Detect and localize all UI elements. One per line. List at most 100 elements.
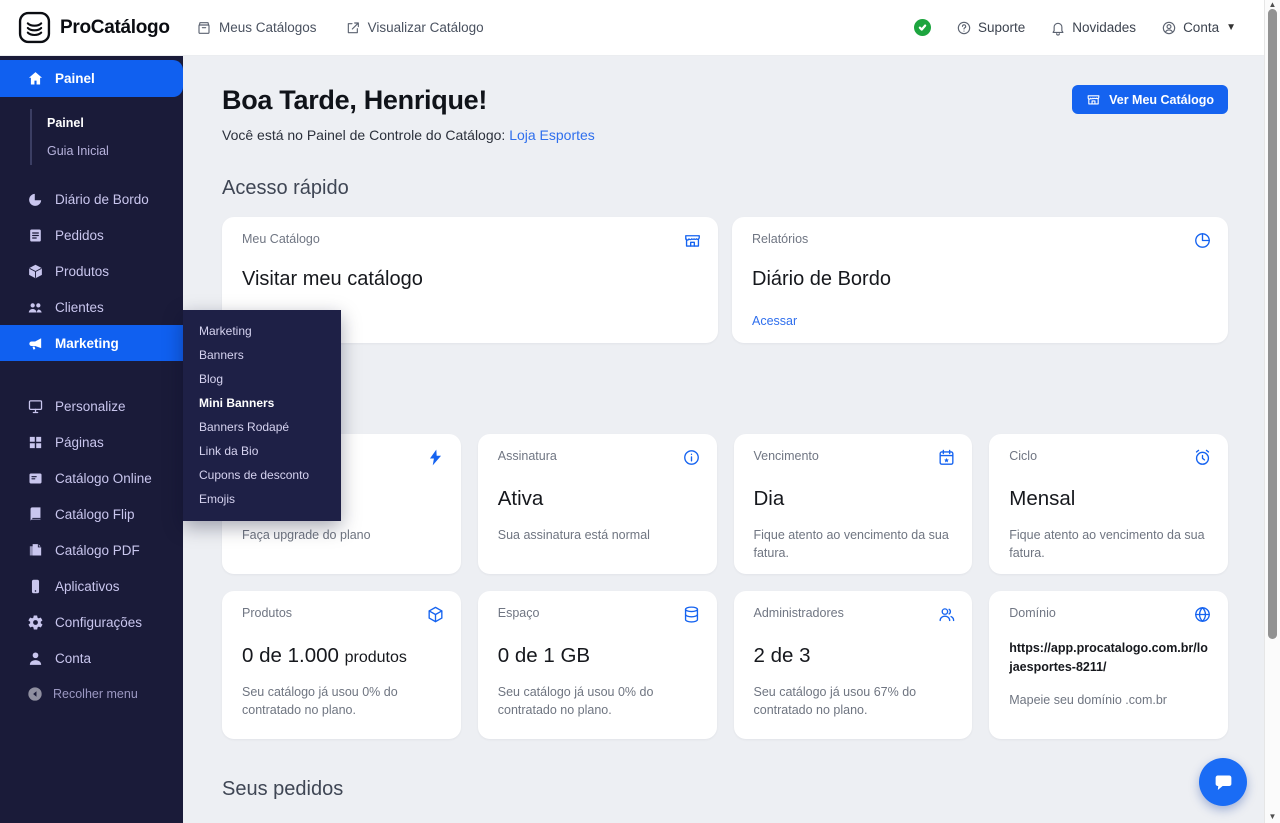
sidebar-item-label: Conta [55,651,91,666]
sidebar-item-marketing[interactable]: Marketing [0,325,183,361]
sidebar-item-conta[interactable]: Conta [0,640,183,676]
sidebar-item-painel[interactable]: Painel [0,60,183,97]
sidebar-item-configuracoes[interactable]: Configurações [0,604,183,640]
info-icon [682,448,701,467]
sidebar-item-personalize[interactable]: Personalize [0,388,183,424]
sidebar-item-paginas[interactable]: Páginas [0,424,183,460]
account-label: Conta [1183,20,1219,35]
ver-meu-catalogo-button[interactable]: Ver Meu Catálogo [1072,85,1228,114]
card-value: Ativa [498,487,697,511]
flyout-item-banners-rodape[interactable]: Banners Rodapé [183,415,341,439]
card-description: Seu catálogo já usou 67% do contratado n… [754,683,953,719]
card-label: Administradores [754,606,953,621]
flyout-item-mini-banners[interactable]: Mini Banners [183,391,341,415]
flyout-item-marketing[interactable]: Marketing [183,319,341,343]
sidebar-submenu: Painel Guia Inicial [30,109,183,165]
receipt-icon [27,227,44,244]
chevron-down-icon: ▼ [1226,22,1236,33]
flyout-item-emojis[interactable]: Emojis [183,487,341,511]
external-link-icon [345,20,361,36]
card-value: Diário de Bordo [752,268,1208,291]
card-value: 2 de 3 [754,644,953,668]
sidebar-item-label: Configurações [55,615,142,630]
sidebar-item-pedidos[interactable]: Pedidos [0,217,183,253]
flyout-item-blog[interactable]: Blog [183,367,341,391]
card-produtos[interactable]: Produtos 0 de 1.000 produtos Seu catálog… [222,591,461,739]
flyout-item-banners[interactable]: Banners [183,343,341,367]
nav-label: Visualizar Catálogo [368,20,484,35]
nav-visualizar-catalogo[interactable]: Visualizar Catálogo [345,20,484,36]
procatalogo-logo-icon [18,11,51,44]
card-assinatura[interactable]: Assinatura Ativa Sua assinatura está nor… [478,434,717,574]
card-value: https://app.procatalogo.com.br/lojaespor… [1009,639,1208,677]
sidebar-item-aplicativos[interactable]: Aplicativos [0,568,183,604]
flyout-item-cupons-de-desconto[interactable]: Cupons de desconto [183,463,341,487]
archive-icon [196,20,212,36]
catalog-link[interactable]: Loja Esportes [509,127,595,143]
card-label: Espaço [498,606,697,621]
sidebar-item-label: Aplicativos [55,579,120,594]
alarm-clock-icon [1193,448,1212,467]
pie-chart-icon [27,191,44,208]
quick-access-title: Acesso rápido [222,177,1228,200]
subtitle-text: Você está no Painel de Controle do Catál… [222,127,505,143]
card-vencimento[interactable]: Vencimento Dia Fique atento ao venciment… [734,434,973,574]
card-description: Seu catálogo já usou 0% do contratado no… [242,683,441,719]
sidebar-item-catalogo-pdf[interactable]: Catálogo PDF [0,532,183,568]
nav-meus-catalogos[interactable]: Meus Catálogos [196,20,317,36]
scroll-up-arrow[interactable]: ▲ [1265,0,1280,9]
sidebar-item-label: Páginas [55,435,104,450]
card-dominio[interactable]: Domínio https://app.procatalogo.com.br/l… [989,591,1228,739]
card-value: Visitar meu catálogo [242,268,698,291]
card-label: Relatórios [752,232,1208,247]
sidebar-subitem-painel[interactable]: Painel [47,109,183,137]
account-menu[interactable]: Conta ▼ [1161,20,1236,36]
scroll-down-arrow[interactable]: ▼ [1265,812,1280,821]
sidebar-item-label: Catálogo Online [55,471,152,486]
card-administradores[interactable]: Administradores 2 de 3 Seu catálogo já u… [734,591,973,739]
sidebar-item-diario-de-bordo[interactable]: Diário de Bordo [0,181,183,217]
arrow-left-circle-icon [27,686,43,702]
card-description: Mapeie seu domínio .com.br [1009,691,1208,709]
box-icon [426,605,445,624]
chat-widget-button[interactable] [1199,758,1247,806]
phone-icon [27,578,44,595]
page-header: Boa Tarde, Henrique! Você está no Painel… [222,85,1228,143]
grid-icon [27,434,44,451]
user-icon [27,650,44,667]
topbar: ProCatálogo Meus Catálogos Visualizar Ca… [0,0,1264,56]
acessar-link[interactable]: Acessar [752,314,797,328]
card-label: Domínio [1009,606,1208,621]
page-title: Boa Tarde, Henrique! [222,85,595,116]
monitor-icon [27,398,44,415]
sidebar-item-clientes[interactable]: Clientes [0,289,183,325]
quick-cards: Meu Catálogo Visitar meu catálogo Relató… [222,217,1228,343]
news-label: Novidades [1072,20,1136,35]
collapse-menu-button[interactable]: Recolher menu [0,686,183,702]
news-button[interactable]: Novidades [1050,20,1136,36]
sidebar-item-label: Produtos [55,264,109,279]
sidebar-item-label: Catálogo Flip [55,507,135,522]
collapse-menu-label: Recolher menu [53,687,138,701]
card-value: Dia [754,487,953,511]
sidebar-item-produtos[interactable]: Produtos [0,253,183,289]
box-icon [27,263,44,280]
sidebar-item-catalogo-flip[interactable]: Catálogo Flip [0,496,183,532]
sidebar-item-label: Pedidos [55,228,104,243]
brand-logo[interactable]: ProCatálogo [0,11,176,44]
card-relatorios[interactable]: Relatórios Diário de Bordo Acessar [732,217,1228,343]
scrollbar-thumb[interactable] [1268,9,1277,639]
card-ciclo[interactable]: Ciclo Mensal Fique atento ao vencimento … [989,434,1228,574]
calendar-icon [937,448,956,467]
flyout-item-link-da-bio[interactable]: Link da Bio [183,439,341,463]
file-pdf-icon [27,542,44,559]
page-subtitle: Você está no Painel de Controle do Catál… [222,127,595,143]
brand-name: ProCatálogo [60,17,170,39]
sidebar-subitem-guia-inicial[interactable]: Guia Inicial [47,137,183,165]
sidebar-item-label: Clientes [55,300,104,315]
card-espaco[interactable]: Espaço 0 de 1 GB Seu catálogo já usou 0%… [478,591,717,739]
sidebar-item-label: Painel [55,71,95,86]
support-button[interactable]: Suporte [956,20,1025,36]
page-scrollbar[interactable]: ▲ ▼ [1264,0,1280,823]
sidebar-item-catalogo-online[interactable]: Catálogo Online [0,460,183,496]
